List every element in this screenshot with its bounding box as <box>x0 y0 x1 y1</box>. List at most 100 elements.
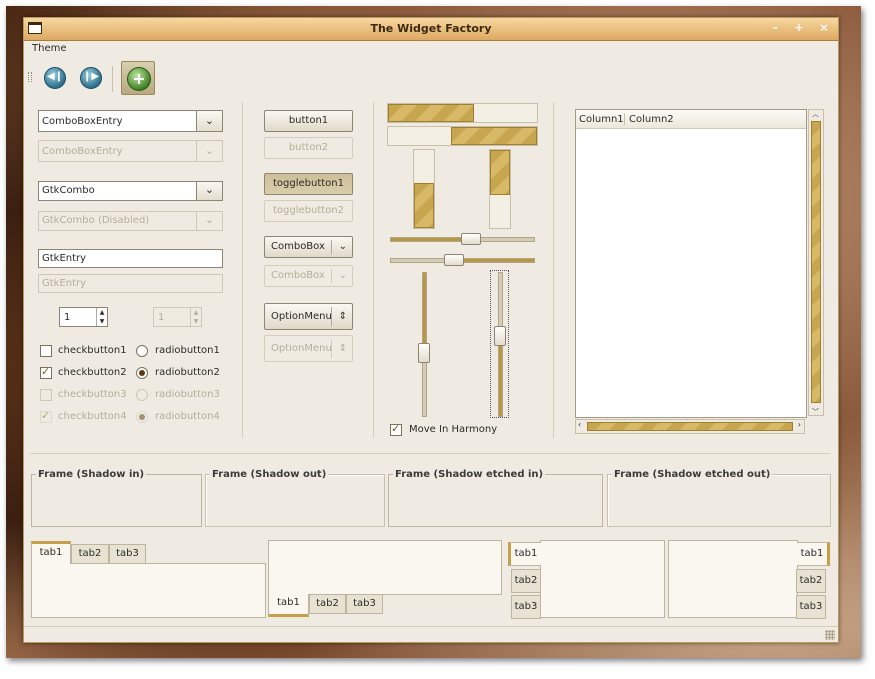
move-in-harmony-label[interactable]: Move In Harmony <box>409 424 497 435</box>
widget-factory-window: The Widget Factory – + × Theme ◀❙ ❙▶ + C… <box>23 17 839 643</box>
add-button[interactable]: + <box>121 61 155 95</box>
optionmenu-separator <box>331 307 332 326</box>
notebook-bottom-tab1[interactable]: tab1 <box>268 594 309 617</box>
spin-button[interactable]: 1 ▲ ▼ <box>59 307 108 327</box>
notebook-left-tab1[interactable]: tab1 <box>508 542 541 566</box>
notebook-top-tab2[interactable]: tab2 <box>71 544 109 564</box>
vscale-1-knob[interactable] <box>418 343 430 363</box>
spin-arrows-icon[interactable]: ▲ ▼ <box>96 308 107 326</box>
spin-button-disabled: 1 ▲ ▼ <box>153 307 202 327</box>
checkbutton4-box <box>40 409 52 423</box>
button1[interactable]: button1 <box>264 110 353 132</box>
checkbutton4-label: checkbutton4 <box>58 411 127 422</box>
title-bar[interactable]: The Widget Factory – + × <box>24 18 838 41</box>
hscale-1-fill <box>391 238 472 241</box>
progress-fill-h1 <box>388 104 474 122</box>
radiobutton1-circle[interactable] <box>136 345 148 357</box>
progress-bar-v2 <box>489 149 511 229</box>
move-in-harmony-checkbox[interactable] <box>390 422 402 436</box>
resize-grip-icon[interactable] <box>825 630 835 640</box>
menu-theme[interactable]: Theme <box>32 43 67 54</box>
radiobutton1-label[interactable]: radiobutton1 <box>155 345 220 356</box>
checkbutton1-label[interactable]: checkbutton1 <box>58 345 127 356</box>
optionmenu-disabled-separator <box>331 339 332 358</box>
notebook-top-tab3[interactable]: tab3 <box>109 544 146 564</box>
togglebutton2: togglebutton2 <box>264 200 353 222</box>
button2: button2 <box>264 137 353 159</box>
gtk-entry[interactable]: GtkEntry <box>38 249 223 268</box>
togglebutton1[interactable]: togglebutton1 <box>264 173 353 195</box>
radiobutton2-label[interactable]: radiobutton2 <box>155 367 220 378</box>
radiobutton2-circle[interactable] <box>136 367 148 379</box>
notebook-right-tab2[interactable]: tab2 <box>796 569 826 593</box>
notebook-right-tab1[interactable]: tab1 <box>797 542 830 566</box>
maximize-icon[interactable]: + <box>792 21 806 35</box>
scroll-down-icon[interactable]: ﹀ <box>812 407 819 417</box>
checkbutton1-box[interactable] <box>40 345 52 357</box>
chevron-down-icon: ⌄ <box>196 141 222 161</box>
chevron-down-icon[interactable]: ⌄ <box>196 111 222 131</box>
notebook-top-page <box>31 563 266 618</box>
go-back-icon[interactable]: ◀❙ <box>44 67 66 89</box>
progress-fill-v2 <box>490 150 510 195</box>
optionmenu-label: OptionMenu <box>271 311 332 322</box>
column2-header[interactable]: Column2 <box>629 114 674 125</box>
notebook-left-tab3[interactable]: tab3 <box>511 595 541 619</box>
combobox-button[interactable]: ComboBox ⌄ <box>264 236 353 258</box>
chevron-down-icon: ⌄ <box>338 270 347 281</box>
combo-box-entry[interactable]: ComboBoxEntry ⌄ <box>38 110 223 132</box>
notebook-bottom-tab2[interactable]: tab2 <box>309 594 346 614</box>
gtk-combo-text[interactable]: GtkCombo <box>42 185 95 196</box>
combobox-separator <box>331 240 332 254</box>
vertical-scrollbar[interactable]: ︿ ﹀ <box>808 109 824 416</box>
hscale-2-fill <box>453 259 534 262</box>
minimize-icon[interactable]: – <box>768 21 782 35</box>
notebook-bottom-tab3[interactable]: tab3 <box>346 594 383 614</box>
scroll-left-icon[interactable]: ‹ <box>578 420 581 429</box>
gtk-combo-disabled: GtkCombo (Disabled) ⌄ <box>38 211 223 231</box>
hscale-1-knob[interactable] <box>461 233 481 245</box>
checkbutton2-box[interactable] <box>40 365 52 379</box>
progress-bar-h2 <box>387 126 538 146</box>
vscale-1-fill <box>423 273 426 354</box>
vertical-scrollbar-thumb[interactable] <box>811 121 821 403</box>
column1-header[interactable]: Column1 <box>579 114 624 125</box>
spin-disabled-value: 1 <box>158 312 165 323</box>
gtk-combo[interactable]: GtkCombo ⌄ <box>38 181 223 201</box>
vscale-2-knob[interactable] <box>494 326 506 346</box>
horizontal-scrollbar[interactable]: ‹ › <box>575 419 805 434</box>
frame-shadow-out: Frame (Shadow out) <box>205 469 385 527</box>
horizontal-scrollbar-thumb[interactable] <box>587 422 793 431</box>
optionmenu-disabled-label: OptionMenu <box>271 343 332 354</box>
frame-shadow-in: Frame (Shadow in) <box>31 469 202 527</box>
optionmenu-button[interactable]: OptionMenu ⇕ <box>264 303 353 330</box>
toolbar-separator <box>112 66 113 92</box>
vscale-2-fill <box>499 335 502 416</box>
notebook-top-tab1[interactable]: tab1 <box>31 541 71 564</box>
frame-shadow-etched-in: Frame (Shadow etched in) <box>388 469 603 527</box>
optionmenu-disabled-button: OptionMenu ⇕ <box>264 335 353 362</box>
spin-value[interactable]: 1 <box>64 312 70 323</box>
column-divider <box>553 102 554 438</box>
radiobutton4-circle <box>136 411 148 423</box>
checkbutton2-label[interactable]: checkbutton2 <box>58 367 127 378</box>
chevron-down-icon: ⌄ <box>196 212 222 230</box>
chevron-down-icon[interactable]: ⌄ <box>196 182 222 200</box>
close-icon[interactable]: × <box>817 21 831 35</box>
toolbar-grip[interactable] <box>28 72 32 82</box>
scroll-right-icon[interactable]: › <box>798 420 801 429</box>
hscale-2-knob[interactable] <box>444 254 464 266</box>
combo-box-entry-text[interactable]: ComboBoxEntry <box>42 116 123 127</box>
notebook-left-tab2[interactable]: tab2 <box>511 569 541 593</box>
combo-box-entry-disabled-text: ComboBoxEntry <box>42 146 123 157</box>
checkbutton3-label: checkbutton3 <box>58 389 127 400</box>
combo-box-entry-disabled: ComboBoxEntry ⌄ <box>38 140 223 162</box>
scroll-up-icon[interactable]: ︿ <box>812 109 819 119</box>
gtk-entry-text: GtkEntry <box>42 253 87 264</box>
go-forward-icon[interactable]: ❙▶ <box>80 67 102 89</box>
gtk-entry-disabled: GtkEntry <box>38 274 223 293</box>
section-divider <box>30 453 830 454</box>
combobox-disabled-label: ComboBox <box>271 270 325 281</box>
tree-view[interactable]: Column1 Column2 <box>575 109 807 418</box>
notebook-right-tab3[interactable]: tab3 <box>796 595 826 619</box>
